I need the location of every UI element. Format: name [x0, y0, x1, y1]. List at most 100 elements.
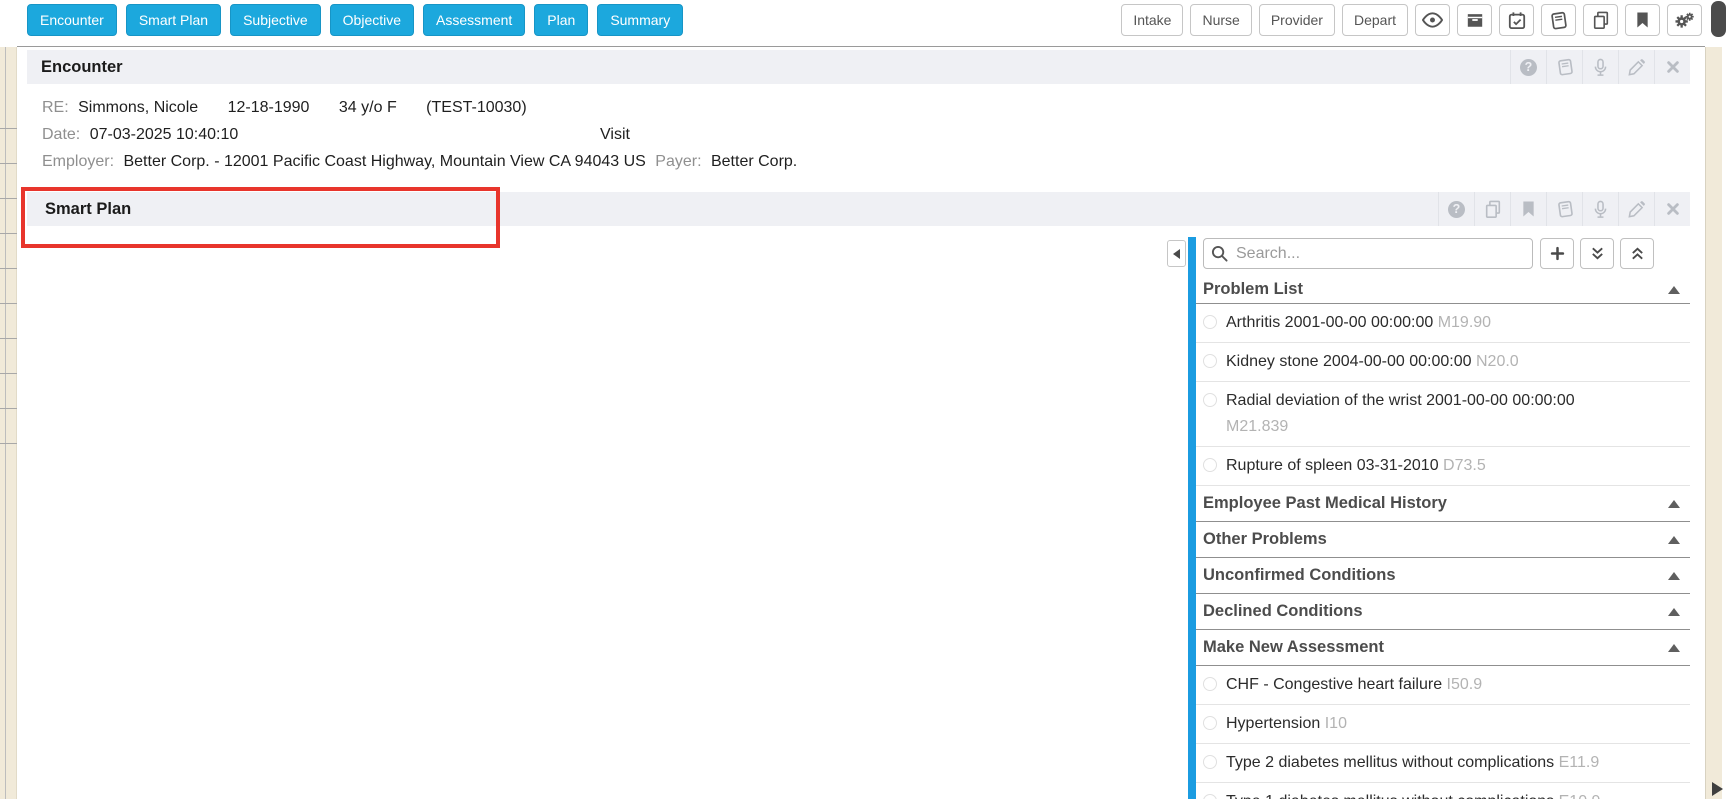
bookmark-icon[interactable] — [1510, 192, 1546, 226]
radio-circle-icon — [1203, 458, 1217, 472]
nav-subjective-button[interactable]: Subjective — [230, 4, 321, 36]
visit-date-row: Date: 07-03-2025 10:40:10 Visit — [27, 126, 238, 144]
book-icon[interactable] — [1546, 50, 1582, 84]
item-code: M21.839 — [1226, 418, 1288, 435]
encounter-nav-tabs: Encounter Smart Plan Subjective Objectiv… — [27, 4, 683, 36]
employer-label: Employer: — [27, 153, 114, 170]
sidebar-accent-bar[interactable] — [1188, 237, 1196, 799]
payer-value: Better Corp. — [711, 153, 797, 170]
copy-pages-icon[interactable] — [1583, 4, 1618, 36]
section-label: Declined Conditions — [1203, 602, 1363, 621]
sidebar-section-unconfirmed-conditions[interactable]: Unconfirmed Conditions — [1196, 558, 1690, 594]
sidebar-section-employee-past-medical-history[interactable]: Employee Past Medical History — [1196, 486, 1690, 522]
nav-assessment-button[interactable]: Assessment — [423, 4, 525, 36]
radio-circle-icon — [1203, 794, 1217, 799]
depart-button[interactable]: Depart — [1342, 4, 1408, 36]
collapse-arrow-icon — [1668, 500, 1680, 508]
item-code: E11.9 — [1559, 754, 1600, 771]
list-item[interactable]: Kidney stone 2004-00-00 00:00:00 N20.0 — [1196, 343, 1690, 382]
nav-encounter-button[interactable]: Encounter — [27, 4, 117, 36]
help-icon[interactable] — [1438, 192, 1474, 226]
collapse-all-button[interactable] — [1620, 238, 1654, 269]
employer-value: Better Corp. - 12001 Pacific Coast Highw… — [123, 153, 645, 170]
item-text: Arthritis 2001-00-00 00:00:00 — [1226, 314, 1433, 331]
list-item[interactable]: Rupture of spleen 03-31-2010 D73.5 — [1196, 447, 1690, 486]
intake-button[interactable]: Intake — [1121, 4, 1183, 36]
collapse-arrow-icon — [1668, 608, 1680, 616]
item-text: Radial deviation of the wrist 2001-00-00… — [1226, 392, 1575, 409]
smart-plan-header-actions — [1438, 192, 1690, 226]
collapse-arrow-icon — [1668, 644, 1680, 652]
chevron-left-icon — [1173, 249, 1180, 259]
encounter-section-title: Encounter — [27, 58, 123, 77]
list-item[interactable]: Type 1 diabetes mellitus without complic… — [1196, 783, 1690, 799]
book-icon[interactable] — [1546, 192, 1582, 226]
microphone-icon[interactable] — [1582, 50, 1618, 84]
sidebar-section-other-problems[interactable]: Other Problems — [1196, 522, 1690, 558]
sidebar-section-declined-conditions[interactable]: Declined Conditions — [1196, 594, 1690, 630]
close-icon[interactable] — [1654, 50, 1690, 84]
help-icon[interactable] — [1510, 50, 1546, 84]
item-text: CHF - Congestive heart failure — [1226, 676, 1442, 693]
item-text: Rupture of spleen 03-31-2010 — [1226, 457, 1439, 474]
nav-objective-button[interactable]: Objective — [330, 4, 414, 36]
radio-circle-icon — [1203, 716, 1217, 730]
list-item[interactable]: Hypertension I10 — [1196, 705, 1690, 744]
date-label: Date: — [27, 126, 80, 143]
item-code: N20.0 — [1476, 353, 1519, 370]
list-item[interactable]: Arthritis 2001-00-00 00:00:00 M19.90 — [1196, 304, 1690, 343]
radio-circle-icon — [1203, 393, 1217, 407]
provider-button[interactable]: Provider — [1259, 4, 1335, 36]
item-code: E10.9 — [1559, 793, 1601, 799]
scroll-right-arrow-icon[interactable] — [1712, 782, 1723, 796]
search-input[interactable] — [1203, 238, 1533, 269]
radio-circle-icon — [1203, 755, 1217, 769]
eye-icon[interactable] — [1415, 4, 1450, 36]
patient-birth-date: 12-18-1990 — [228, 99, 310, 116]
section-label: Employee Past Medical History — [1203, 494, 1447, 513]
list-item[interactable]: Type 2 diabetes mellitus without complic… — [1196, 744, 1690, 783]
add-button[interactable] — [1540, 238, 1574, 269]
collapse-arrow-icon — [1668, 536, 1680, 544]
list-item[interactable]: Radial deviation of the wrist 2001-00-00… — [1196, 382, 1690, 447]
book-icon[interactable] — [1541, 4, 1576, 36]
nav-summary-button[interactable]: Summary — [597, 4, 683, 36]
pencil-icon[interactable] — [1618, 50, 1654, 84]
pencil-icon[interactable] — [1618, 192, 1654, 226]
list-item[interactable]: CHF - Congestive heart failure I50.9 — [1196, 666, 1690, 705]
calendar-check-icon[interactable] — [1499, 4, 1534, 36]
problem-sidebar: Problem List Arthritis 2001-00-00 00:00:… — [1167, 237, 1690, 799]
encounter-date-value: 07-03-2025 10:40:10 — [90, 126, 239, 143]
item-code: D73.5 — [1443, 457, 1486, 474]
visit-label: Visit — [600, 126, 630, 144]
nav-smart-plan-button[interactable]: Smart Plan — [126, 4, 221, 36]
ruler-ticks — [0, 128, 17, 448]
patient-age-sex: 34 y/o F — [339, 99, 397, 116]
microphone-icon[interactable] — [1582, 192, 1618, 226]
nurse-button[interactable]: Nurse — [1190, 4, 1251, 36]
archive-box-icon[interactable] — [1457, 4, 1492, 36]
expand-all-button[interactable] — [1580, 238, 1614, 269]
employer-payer-row: Employer: Better Corp. - 12001 Pacific C… — [27, 153, 797, 171]
settings-gears-icon[interactable] — [1667, 4, 1702, 36]
nav-plan-button[interactable]: Plan — [534, 4, 588, 36]
section-label: Make New Assessment — [1203, 638, 1384, 657]
smart-plan-section-title: Smart Plan — [27, 200, 131, 219]
section-label: Problem List — [1203, 280, 1303, 299]
sidebar-sections: Problem List Arthritis 2001-00-00 00:00:… — [1196, 276, 1690, 799]
sidebar-section-make-new-assessment[interactable]: Make New Assessment — [1196, 630, 1690, 666]
page-edge-left — [0, 47, 17, 799]
sidebar-section-problem-list[interactable]: Problem List — [1196, 276, 1690, 304]
encounter-header-actions — [1510, 50, 1690, 84]
collapse-arrow-icon — [1668, 286, 1680, 294]
collapse-arrow-icon — [1668, 572, 1680, 580]
item-code: M19.90 — [1438, 314, 1491, 331]
close-icon[interactable] — [1654, 192, 1690, 226]
collapse-sidebar-button[interactable] — [1167, 240, 1186, 267]
patient-name: Simmons, Nicole — [78, 99, 198, 116]
re-label: RE: — [27, 99, 69, 116]
copy-pages-icon[interactable] — [1474, 192, 1510, 226]
scrollbar-thumb[interactable] — [1711, 1, 1726, 37]
smart-plan-section-header: Smart Plan — [27, 192, 1690, 226]
bookmark-icon[interactable] — [1625, 4, 1660, 36]
